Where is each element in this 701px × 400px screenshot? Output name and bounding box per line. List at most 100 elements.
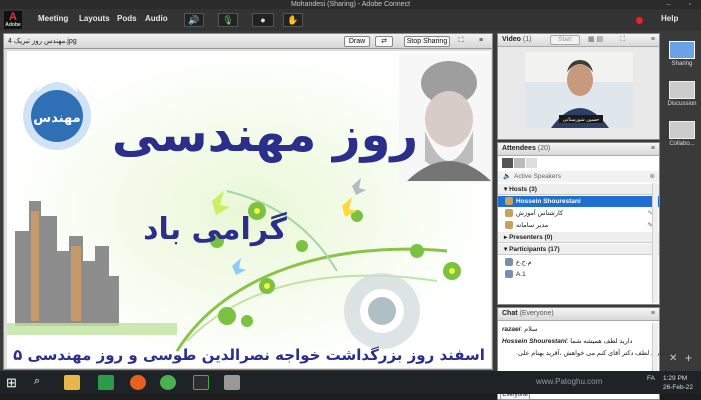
speaker-icon: 🔈 [503,173,512,180]
layout-label: Collabo... [669,141,695,147]
slide-badge-text: مهندس [33,111,80,126]
chat-text: سلام [524,326,538,333]
chat-message: Hossein Shourestani: دارید لطف همیشه شما [502,338,633,345]
adobe-connect-taskbar-icon[interactable] [193,375,209,390]
active-speakers-row: 🔈 Active Speakers ⊗ [498,171,659,182]
participants-label: Participants (17) [509,246,560,253]
pod-menu-icon[interactable]: ≡ [474,36,488,47]
shared-file-name: 4 مهندس روز تبریک.jpg [8,38,77,45]
layout-thumbnail [669,121,695,139]
slide-artwork: مهندس روز مهندسی گرامی باد ۵ اسفند روز ب… [7,51,491,368]
language-indicator[interactable]: FA [647,375,655,382]
participants-group[interactable]: ▾ Participants (17) [498,244,659,255]
menu-help[interactable]: Help [661,14,678,23]
active-speakers-label: Active Speakers [514,173,561,180]
firefox-icon[interactable] [130,375,146,390]
close-icon[interactable]: ⊗ [650,171,655,182]
menu-pods[interactable]: Pods [117,14,137,23]
chat-sender: razaei [502,326,521,333]
fullscreen-icon[interactable]: ⛶ [455,36,467,47]
chat-pod-title: Chat [502,310,518,317]
excel-icon[interactable] [98,375,114,390]
video-count: (1) [522,36,532,43]
chat-sender: Hossein Shourestani [502,338,567,345]
hosts-label: Hosts (3) [509,186,537,193]
start-webcam-button[interactable]: Start [550,35,580,45]
attendee-name: Hossein Shourestani [516,198,581,205]
raise-hand-icon[interactable]: ✋ [283,13,303,27]
video-caption: حسین شورستانی [563,117,599,123]
host-icon [505,221,513,229]
layout-collaboration[interactable]: Collabo... [666,121,698,147]
pod-menu-icon[interactable]: ≡ [651,143,655,155]
layout-grid-icon[interactable]: ▦ ▤ [588,34,603,46]
attendee-count: (20) [537,145,551,152]
presenters-label: Presenters (0) [509,234,553,241]
attendee-row[interactable]: مدیر سامانه ✎ [498,220,659,231]
grid-view-icon[interactable] [514,158,525,168]
file-explorer-icon[interactable] [64,375,80,390]
list-view-icon[interactable] [502,158,513,168]
layout-thumbnail [669,41,695,59]
search-icon[interactable]: ⌕ [34,375,40,388]
windows-taskbar: ⊞ ⌕ www.Patoghu.com FA 1:29 PM 26-Feb-22 [0,371,701,394]
video-pod: Video (1) Start ▦ ▤ ⛶ ≡ حسین شورستانی [497,33,660,140]
app-taskbar-icon[interactable] [224,375,240,390]
chat-pod-header: Chat (Everyone) ≡ [498,308,659,321]
attendee-row[interactable]: کارشناس آموزش ✎ [498,208,659,219]
draw-button[interactable]: Draw [344,36,370,47]
host-icon [505,197,513,205]
chrome-icon[interactable] [160,375,176,390]
slide-title: روز مهندسی [112,107,418,163]
webcam-icon[interactable]: ● [252,13,274,27]
logo-brand: Adobe [5,22,21,28]
layout-thumbnail [669,81,695,99]
chat-scrollbar[interactable] [652,323,658,373]
window-titlebar: Mohandesi (Sharing) - Adobe Connect – ▫ … [0,0,701,17]
chat-text: دارید لطف دکتر آقای کنم می خواهش ،آقرید … [518,350,665,357]
clock-time[interactable]: 1:29 PM [663,375,687,382]
layouts-sidebar: Sharing Discussion Collabo... ✕ + [663,33,701,370]
menu-layouts[interactable]: Layouts [79,14,110,23]
sync-icon[interactable]: ⇄ [375,36,393,47]
layout-discussion[interactable]: Discussion [666,81,698,107]
presenter-video-image: حسین شورستانی [525,52,633,128]
menu-audio[interactable]: Audio [145,14,168,23]
view-toggle-icons[interactable] [502,158,538,169]
attendee-row[interactable]: A.1 [498,269,659,280]
share-pod-header: 4 مهندس روز تبریک.jpg Draw ⇄ Stop Sharin… [4,34,492,49]
hosts-group[interactable]: ▾ Hosts (3) [498,184,659,195]
windows-start-icon[interactable]: ⊞ [6,375,17,391]
pod-menu-icon[interactable]: ≡ [651,34,655,46]
layout-label: Discussion [667,101,697,107]
record-indicator-icon[interactable] [636,17,643,24]
stop-sharing-button[interactable]: Stop Sharing [404,36,450,47]
fullscreen-icon[interactable]: ⛶ [620,34,625,46]
video-pod-title: Video [502,36,521,43]
delete-layout-icon[interactable]: ✕ [669,353,677,364]
pod-menu-icon[interactable]: ≡ [651,308,655,320]
layout-sharing[interactable]: Sharing [666,41,698,67]
attendees-pod-header: Attendees (20) ≡ [498,143,659,156]
slide-subtitle: گرامی باد [143,211,287,247]
add-layout-icon[interactable]: + [685,351,692,365]
attendees-pod: Attendees (20) ≡ 🔈 Active Speakers ⊗ ▾ H… [497,142,660,305]
attendee-name: A.1 [516,271,526,278]
speaker-icon[interactable]: 🔊 [184,13,204,27]
participant-icon [505,270,513,278]
clock-date[interactable]: 26-Feb-22 [663,384,693,391]
webcam-feed: حسین شورستانی [525,52,633,128]
menu-meeting[interactable]: Meeting [38,14,68,23]
attendees-pod-title: Attendees [502,145,536,152]
attendee-name: مدیر سامانه [516,222,549,229]
shared-slide-image: مهندس روز مهندسی گرامی باد ۵ اسفند روز ب… [7,51,491,368]
attendee-row[interactable]: Hossein Shourestani [498,196,659,207]
chat-scope: (Everyone) [519,310,554,317]
presenters-group[interactable]: ▸ Presenters (0) [498,232,659,243]
video-pod-header: Video (1) Start ▦ ▤ ⛶ ≡ [498,34,659,47]
attendee-scrollbar[interactable] [652,183,658,303]
sort-icon[interactable] [526,158,537,168]
microphone-icon[interactable]: 🎙 [218,13,238,27]
attendee-name: کارشناس آموزش [516,210,564,217]
attendee-row[interactable]: م.ح.ع [498,257,659,268]
